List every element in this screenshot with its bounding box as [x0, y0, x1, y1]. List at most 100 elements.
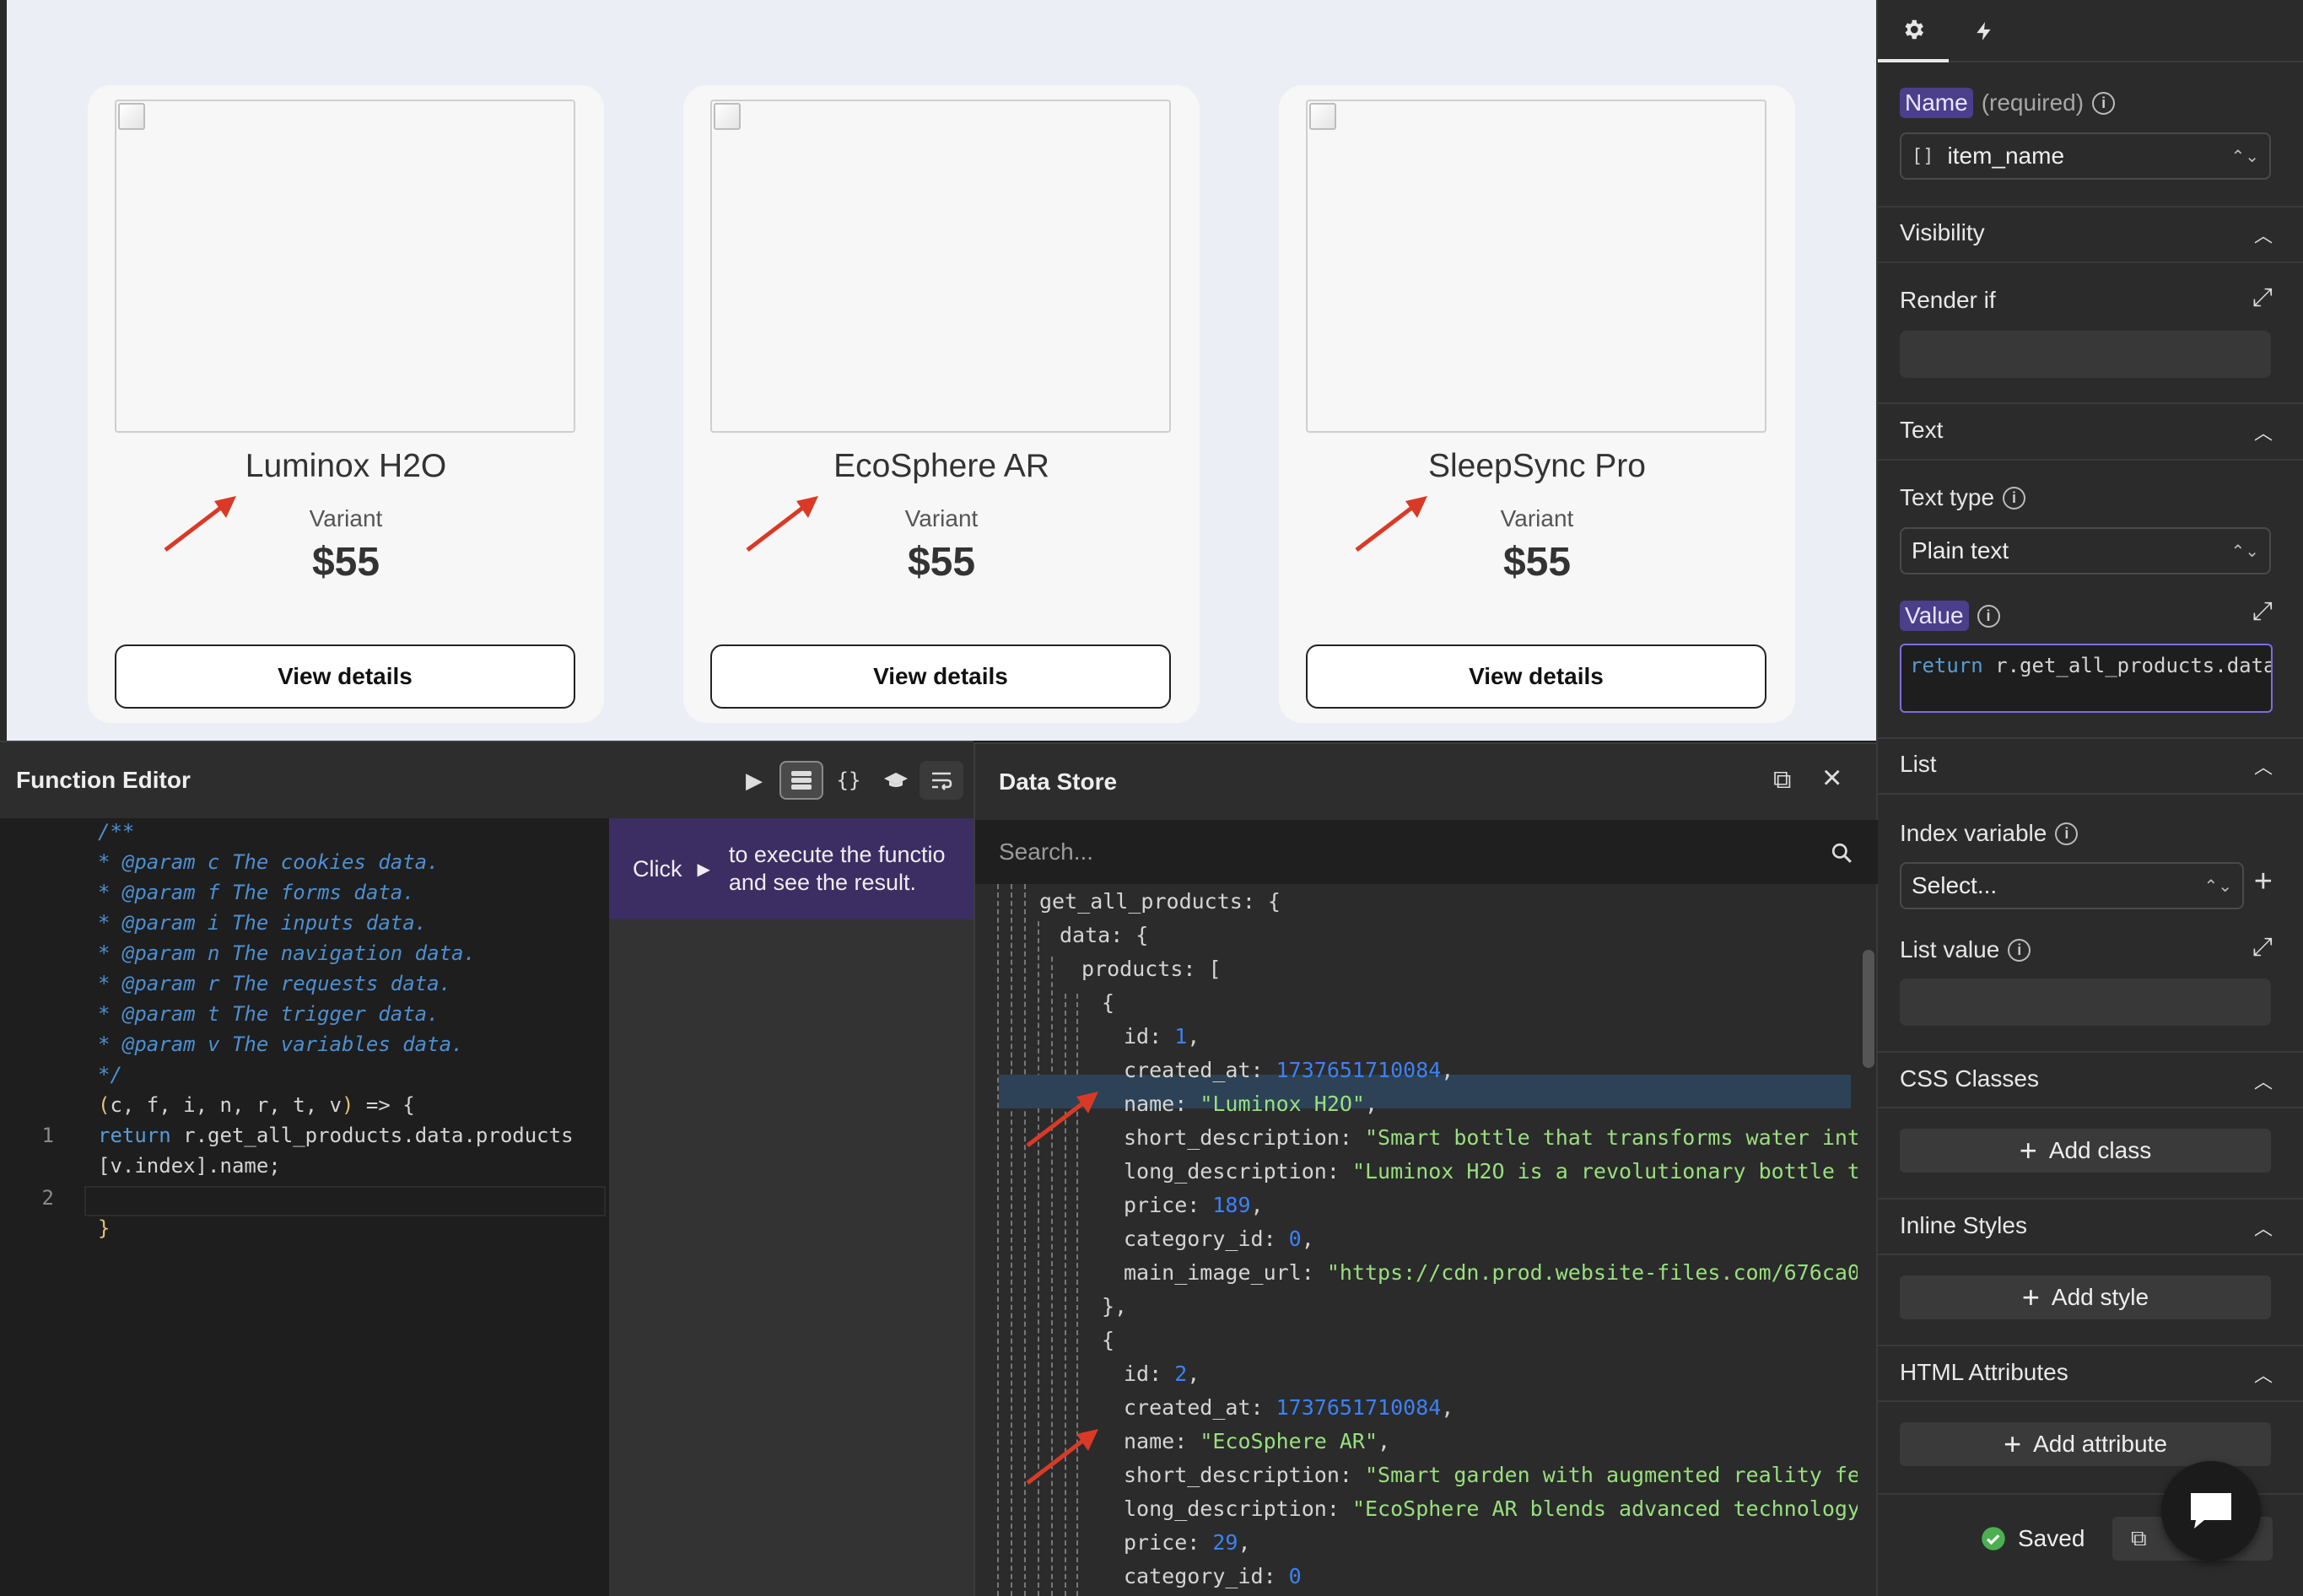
collapse-icon[interactable]: ︿	[2254, 1361, 2273, 1388]
expand-icon[interactable]: ⤢	[2252, 933, 2273, 962]
close-icon[interactable]: ×	[1822, 759, 1842, 797]
info-icon[interactable]: i	[2055, 822, 2079, 845]
learn-button[interactable]	[874, 761, 918, 800]
broken-image-icon	[714, 103, 741, 130]
code-text: [v.index].name;	[98, 1154, 281, 1178]
tree-row-main-image-url: main_image_url: "https://cdn.prod.websit…	[1124, 1260, 1858, 1294]
product-card[interactable]: EcoSphere AR Variant $55 View details	[683, 85, 1200, 723]
tree-node[interactable]: data: {	[1060, 923, 1148, 957]
view-details-button[interactable]: View details	[710, 644, 1171, 709]
name-value: item_name	[1947, 143, 2065, 169]
expand-icon[interactable]: ⤢	[2252, 283, 2273, 312]
visibility-section-title[interactable]: Visibility	[1900, 219, 1985, 246]
value-code-field[interactable]: return r.get_all_products.data	[1900, 644, 2273, 713]
text-section-title[interactable]: Text	[1900, 417, 1943, 444]
code-args: c, f, i, n, r, t, v	[110, 1093, 342, 1117]
code-comment: */	[98, 1063, 122, 1086]
tree-value: "EcoSphere AR"	[1200, 1429, 1378, 1453]
collapse-icon[interactable]: ︿	[2254, 1067, 2273, 1094]
collapse-icon[interactable]: ︿	[2254, 221, 2273, 248]
index-variable-select[interactable]: Select... ⌃⌄	[1900, 862, 2244, 909]
annotation-arrow-icon	[1026, 1429, 1098, 1485]
plus-icon: +	[2021, 1280, 2040, 1314]
list-section-title[interactable]: List	[1900, 751, 1937, 778]
render-if-field[interactable]	[1900, 331, 2271, 378]
add-class-label: Add class	[2048, 1137, 2152, 1163]
add-style-button[interactable]: + Add style	[1900, 1275, 2271, 1319]
code-comment: * @param v The variables data.	[98, 1033, 464, 1056]
scrollbar[interactable]	[1863, 950, 1874, 1068]
hint-line-2: and see the result.	[728, 870, 917, 895]
code-comment: * @param r The requests data.	[98, 972, 452, 995]
line-number: 1	[41, 1124, 54, 1147]
chevron-updown-icon: ⌃⌄	[2230, 147, 2259, 166]
chat-launcher-button[interactable]	[2161, 1461, 2261, 1561]
list-view-button[interactable]	[779, 761, 823, 800]
code-comment: * @param f The forms data.	[98, 881, 415, 904]
bracket-icon: []	[1912, 145, 1934, 167]
css-classes-section-title[interactable]: CSS Classes	[1900, 1065, 2039, 1092]
add-icon[interactable]: +	[2254, 864, 2273, 900]
collapse-icon[interactable]: ︿	[2254, 1214, 2273, 1241]
product-card[interactable]: Luminox H2O Variant $55 View details	[88, 85, 604, 723]
code-editor[interactable]: /** * @param c The cookies data. * @para…	[0, 818, 609, 1596]
tree-row-short-description: short_description: "Smart garden with au…	[1124, 1463, 1858, 1496]
info-icon[interactable]: i	[2092, 91, 2116, 115]
tree-node[interactable]: get_all_products: {	[1039, 889, 1281, 923]
lightning-icon	[1977, 22, 1991, 40]
result-panel: Click ▶ to execute the functio and see t…	[609, 818, 974, 1596]
tree-node[interactable]: products: [	[1081, 957, 1222, 990]
collapse-icon[interactable]: ︿	[2254, 752, 2273, 779]
info-icon[interactable]: i	[2008, 938, 2031, 962]
text-type-label: Text type	[1900, 484, 1995, 510]
code-keyword: return	[1910, 654, 1983, 677]
code-text: r.get_all_products.data	[1982, 654, 2273, 677]
tree-row-price: price: 29,	[1124, 1530, 1251, 1555]
info-icon[interactable]: i	[1977, 604, 2000, 628]
tree-row-id: id: 1,	[1124, 1024, 1200, 1049]
hint-line-1: to execute the functio	[728, 842, 946, 867]
data-tree[interactable]: get_all_products: { data: { products: [ …	[975, 884, 1858, 1596]
canvas-preview: Luminox H2O Variant $55 View details Eco…	[0, 0, 1876, 741]
add-attribute-button[interactable]: + Add attribute	[1900, 1422, 2271, 1466]
function-editor: Function Editor ▶ {} /** * @param c The …	[0, 741, 974, 1596]
wrap-toggle-button[interactable]	[920, 761, 963, 800]
product-title: EcoSphere AR	[833, 448, 1049, 484]
product-title: SleepSync Pro	[1428, 448, 1646, 484]
tree-row-long-description: long_description: "Luminox H2O is a revo…	[1124, 1159, 1858, 1193]
popout-icon[interactable]: ⧉	[1773, 766, 1791, 795]
product-image	[710, 100, 1171, 433]
view-details-button[interactable]: View details	[1306, 644, 1766, 709]
function-editor-title: Function Editor	[16, 767, 191, 793]
tree-row-short-description: short_description: "Smart bottle that tr…	[1124, 1125, 1858, 1159]
tab-settings[interactable]	[1878, 0, 1949, 62]
hint-click: Click	[633, 855, 682, 882]
info-icon[interactable]: i	[2003, 486, 2026, 510]
add-class-button[interactable]: + Add class	[1900, 1129, 2271, 1173]
tree-node[interactable]: {	[1102, 1328, 1114, 1361]
product-image	[115, 100, 575, 433]
inline-styles-section-title[interactable]: Inline Styles	[1900, 1212, 2027, 1239]
product-variant: Variant	[1500, 505, 1574, 531]
text-type-select[interactable]: Plain text ⌃⌄	[1900, 527, 2271, 574]
name-select[interactable]: [] item_name ⌃⌄	[1900, 132, 2271, 180]
tree-row-id: id: 2,	[1124, 1361, 1200, 1386]
tree-node[interactable]: {	[1102, 990, 1114, 1024]
tab-actions[interactable]	[1949, 0, 2020, 62]
tree-value: "Smart bottle that transforms water into	[1364, 1125, 1858, 1150]
plus-icon: +	[2019, 1133, 2037, 1167]
html-attributes-section-title[interactable]: HTML Attributes	[1900, 1359, 2068, 1386]
product-card[interactable]: SleepSync Pro Variant $55 View details	[1279, 85, 1795, 723]
search-input[interactable]: Search...	[975, 820, 1878, 884]
run-button[interactable]: ▶	[732, 761, 776, 800]
braces-icon: {}	[836, 768, 861, 792]
collapse-icon[interactable]: ︿	[2254, 418, 2273, 445]
tree-value: 29	[1212, 1530, 1238, 1555]
list-value-field[interactable]	[1900, 979, 2271, 1026]
view-details-button[interactable]: View details	[115, 644, 575, 709]
code-keyword: return	[98, 1124, 171, 1147]
index-variable-value: Select...	[1912, 872, 1998, 898]
expand-icon[interactable]: ⤢	[2252, 597, 2273, 626]
tree-value: 1737651710084	[1276, 1395, 1442, 1420]
braces-button[interactable]: {}	[827, 761, 871, 800]
